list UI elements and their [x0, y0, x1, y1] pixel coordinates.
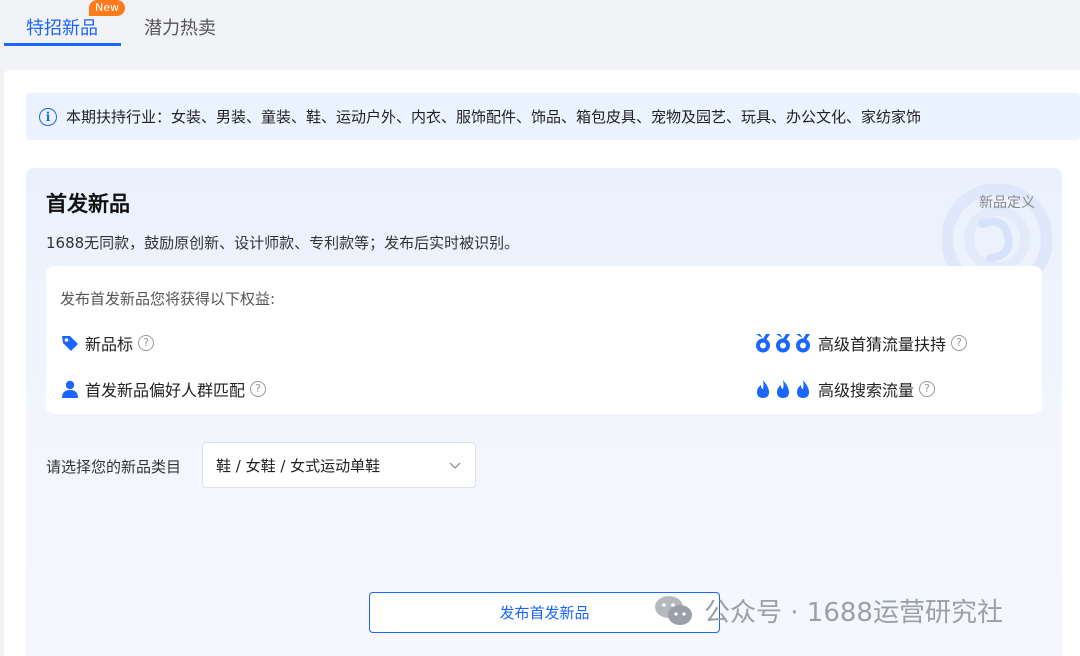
- active-tab-indicator: [4, 43, 121, 46]
- info-icon: i: [39, 107, 57, 126]
- category-selected-value: 鞋 / 女鞋 / 女式运动单鞋: [216, 456, 381, 475]
- user-icon: [60, 379, 80, 399]
- benefit-audience-match: 首发新品偏好人群匹配 ?: [60, 377, 267, 401]
- benefit-new-tag: 新品标 ?: [60, 331, 155, 355]
- tab-bar: 特招新品 New 潜力热卖: [0, 0, 1080, 48]
- watermark: 公众号 · 1688运营研究社: [654, 592, 1003, 629]
- card-description: 1688无同款，鼓励原创新、设计师款、专利款等；发布后实时被识别。: [46, 234, 520, 252]
- help-icon[interactable]: ?: [951, 335, 968, 351]
- wechat-icon: [655, 595, 692, 625]
- benefits-title: 发布首发新品您将获得以下权益:: [60, 290, 276, 308]
- help-icon[interactable]: ?: [138, 335, 155, 351]
- benefit-label: 首发新品偏好人群匹配: [85, 381, 246, 400]
- new-product-definition-link[interactable]: 新品定义: [979, 192, 1035, 212]
- help-icon[interactable]: ?: [919, 381, 936, 397]
- tab-potential-hot[interactable]: 潜力热卖: [144, 14, 216, 40]
- flame-icon: [753, 379, 813, 399]
- new-badge: New: [89, 0, 125, 16]
- category-select-label: 请选择您的新品类目: [46, 458, 182, 476]
- chevron-down-icon: [449, 462, 461, 469]
- card-title: 首发新品: [46, 192, 130, 216]
- benefit-label: 高级搜索流量: [818, 381, 915, 400]
- help-icon[interactable]: ?: [250, 381, 267, 397]
- watermark-text: 公众号 · 1688运营研究社: [704, 598, 1003, 628]
- benefit-label: 高级首猜流量扶持: [818, 335, 947, 354]
- category-select[interactable]: 鞋 / 女鞋 / 女式运动单鞋: [202, 442, 476, 488]
- tab-featured-new[interactable]: 特招新品: [26, 14, 98, 40]
- benefit-label: 新品标: [85, 335, 134, 354]
- medal-icon: [753, 333, 813, 353]
- notice-text: 本期扶持行业：女装、男装、童装、鞋、运动户外、内衣、服饰配件、饰品、箱包皮具、宠…: [66, 108, 922, 126]
- industry-notice: i 本期扶持行业：女装、男装、童装、鞋、运动户外、内衣、服饰配件、饰品、箱包皮具…: [26, 93, 1080, 140]
- tag-icon: [60, 333, 80, 353]
- benefit-search-traffic: 高级搜索流量 ?: [753, 377, 936, 401]
- benefit-recommend-traffic: 高级首猜流量扶持 ?: [753, 331, 968, 355]
